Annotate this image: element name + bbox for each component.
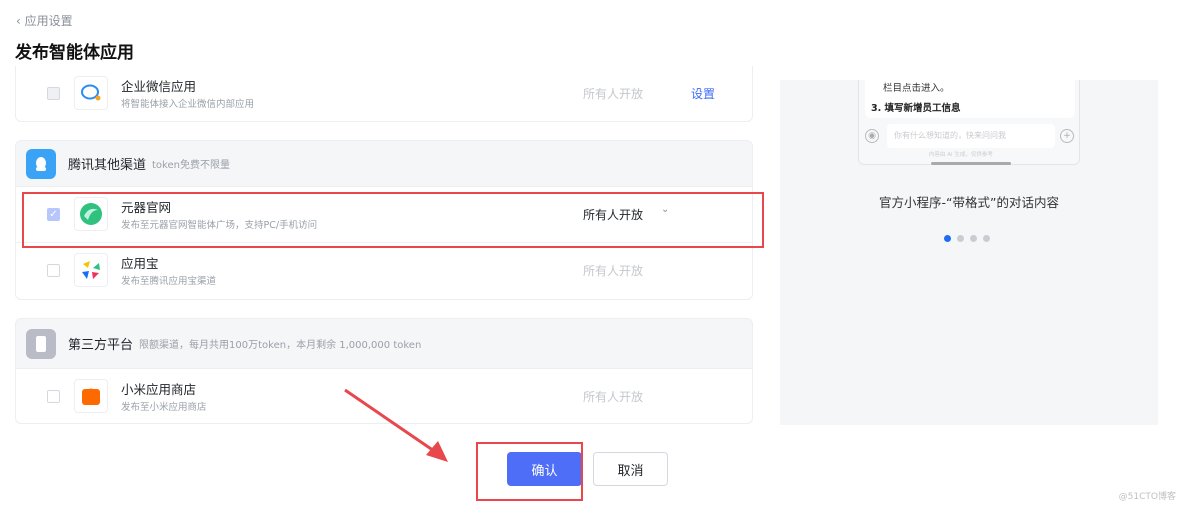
- back-link[interactable]: ‹ 应用设置: [16, 12, 73, 29]
- voice-icon: ◉: [865, 129, 879, 143]
- carousel-dot[interactable]: [944, 235, 951, 242]
- watermark: @51CTO博客: [1119, 489, 1176, 502]
- list-item: 应用宝 发布至腾讯应用宝渠道 所有人开放: [16, 243, 752, 299]
- carousel-dot[interactable]: [983, 235, 990, 242]
- xiaomi-store-icon: [74, 379, 108, 413]
- cancel-button[interactable]: 取消: [593, 452, 668, 486]
- chevron-left-icon: ‹: [16, 14, 25, 28]
- phone-mockup: 栏目点击进入。 3. 填写新增员工信息 ◉ 你有什么想知道的，快来问问我 + 内…: [858, 80, 1080, 165]
- visibility-select[interactable]: 所有人开放: [583, 388, 643, 405]
- app-store-icon: [74, 253, 108, 287]
- chat-input: 你有什么想知道的，快来问问我: [887, 124, 1055, 148]
- annotation-arrow: [340, 385, 460, 470]
- section-wecom: 企业微信应用 将智能体接入企业微信内部应用 所有人开放 设置: [15, 66, 753, 122]
- wecom-icon: [74, 76, 108, 110]
- checkbox[interactable]: [47, 390, 60, 403]
- carousel-dot[interactable]: [970, 235, 977, 242]
- phone-icon: [26, 329, 56, 359]
- carousel-dots: [944, 235, 990, 242]
- visibility-select[interactable]: 所有人开放: [583, 85, 643, 102]
- settings-link[interactable]: 设置: [691, 85, 715, 102]
- highlight-box: [22, 192, 764, 248]
- page-title: 发布智能体应用: [15, 38, 134, 63]
- home-indicator: [931, 162, 1011, 165]
- carousel-dot[interactable]: [957, 235, 964, 242]
- visibility-select[interactable]: 所有人开放: [583, 262, 643, 279]
- checkbox[interactable]: [47, 87, 60, 100]
- preview-caption: 官方小程序-“带格式”的对话内容: [780, 192, 1158, 211]
- list-item: 企业微信应用 将智能体接入企业微信内部应用 所有人开放 设置: [16, 66, 752, 122]
- plus-icon: +: [1060, 129, 1074, 143]
- qq-icon: [26, 149, 56, 179]
- highlight-box: [476, 442, 583, 501]
- preview-panel: 栏目点击进入。 3. 填写新增员工信息 ◉ 你有什么想知道的，快来问问我 + 内…: [780, 80, 1158, 425]
- checkbox[interactable]: [47, 264, 60, 277]
